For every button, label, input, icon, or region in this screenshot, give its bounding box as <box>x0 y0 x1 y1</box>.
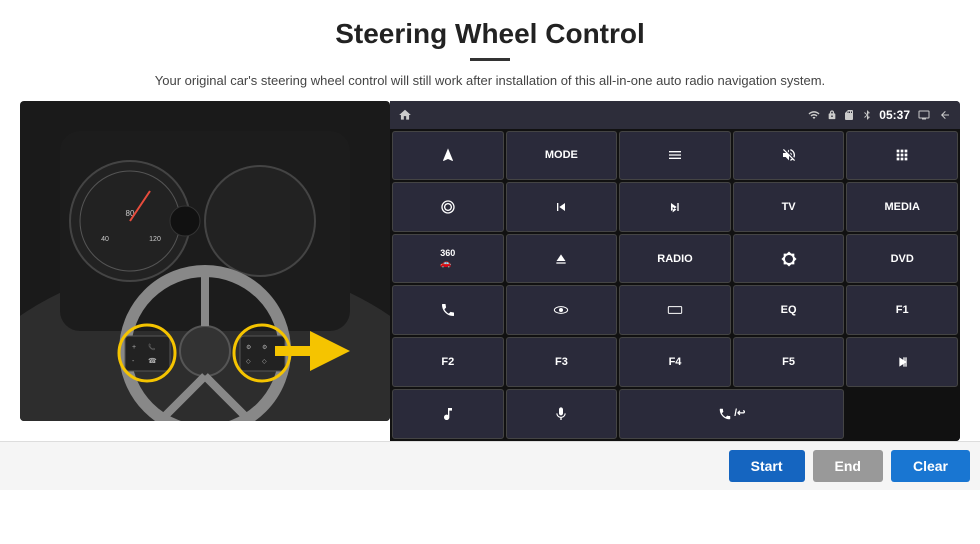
btn-playpause[interactable] <box>846 337 958 387</box>
btn-next[interactable] <box>619 182 731 232</box>
btn-f5[interactable]: F5 <box>733 337 845 387</box>
page-header: Steering Wheel Control Your original car… <box>0 0 980 101</box>
btn-f2[interactable]: F2 <box>392 337 504 387</box>
svg-text:⚙: ⚙ <box>246 344 251 351</box>
sdcard-icon <box>843 109 855 121</box>
title-divider <box>470 58 510 61</box>
btn-brightness[interactable] <box>733 234 845 284</box>
status-left <box>398 108 412 122</box>
btn-widescreen[interactable] <box>619 285 731 335</box>
start-button[interactable]: Start <box>729 450 805 482</box>
car-image: 80 40 120 + - 📞 ☎ ⚙ ◇ <box>20 101 390 421</box>
screen-icon <box>916 109 932 121</box>
page-description: Your original car's steering wheel contr… <box>40 71 940 91</box>
btn-apps[interactable] <box>846 131 958 181</box>
btn-f1[interactable]: F1 <box>846 285 958 335</box>
clear-button[interactable]: Clear <box>891 450 970 482</box>
svg-text:📞: 📞 <box>148 343 156 351</box>
wifi-icon <box>807 109 821 121</box>
radio-panel: 05:37 MODE <box>390 101 960 441</box>
button-grid: MODE TV MEDIA 360🚗 <box>390 129 960 441</box>
btn-360[interactable]: 360🚗 <box>392 234 504 284</box>
svg-text:40: 40 <box>101 236 109 243</box>
back-icon <box>938 109 952 121</box>
btn-radio[interactable]: RADIO <box>619 234 731 284</box>
btn-prev[interactable] <box>506 182 618 232</box>
btn-tv[interactable]: TV <box>733 182 845 232</box>
status-bar: 05:37 <box>390 101 960 129</box>
home-icon <box>398 108 412 122</box>
page-title: Steering Wheel Control <box>40 18 940 50</box>
svg-text:◇: ◇ <box>246 359 251 365</box>
btn-eject[interactable] <box>506 234 618 284</box>
lock-icon <box>827 109 837 121</box>
btn-menu[interactable] <box>619 131 731 181</box>
btn-media[interactable]: MEDIA <box>846 182 958 232</box>
btn-navigate[interactable] <box>392 131 504 181</box>
end-button[interactable]: End <box>813 450 883 482</box>
btn-f3[interactable]: F3 <box>506 337 618 387</box>
btn-orbit[interactable] <box>506 285 618 335</box>
btn-mic[interactable] <box>506 389 618 439</box>
btn-music[interactable] <box>392 389 504 439</box>
status-right: 05:37 <box>807 108 952 122</box>
btn-eq[interactable]: EQ <box>733 285 845 335</box>
svg-text:☎: ☎ <box>148 357 157 365</box>
status-time: 05:37 <box>879 108 910 122</box>
btn-phone-answer[interactable]: /↩ <box>619 389 844 439</box>
svg-text:120: 120 <box>149 236 161 243</box>
btn-dvd[interactable]: DVD <box>846 234 958 284</box>
btn-mode[interactable]: MODE <box>506 131 618 181</box>
svg-text:◇: ◇ <box>262 359 267 365</box>
btn-mute[interactable] <box>733 131 845 181</box>
svg-text:+: + <box>132 344 136 351</box>
bottom-bar: Start End Clear <box>0 441 980 490</box>
btn-settings[interactable] <box>392 182 504 232</box>
bluetooth-icon <box>861 108 873 122</box>
btn-f4[interactable]: F4 <box>619 337 731 387</box>
svg-text:⚙: ⚙ <box>262 344 267 351</box>
main-content: 80 40 120 + - 📞 ☎ ⚙ ◇ <box>0 101 980 441</box>
btn-phone[interactable] <box>392 285 504 335</box>
